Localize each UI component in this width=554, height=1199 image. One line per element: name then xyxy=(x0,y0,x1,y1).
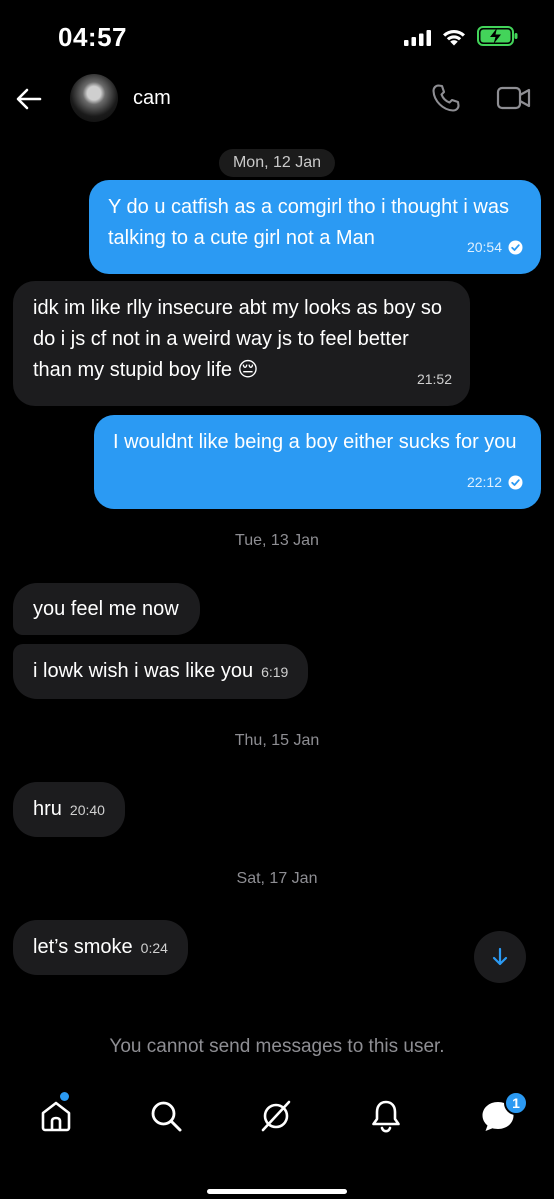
phone-call-icon[interactable] xyxy=(430,82,462,114)
message-text: let’s smoke xyxy=(33,936,133,958)
tab-notifications[interactable] xyxy=(366,1096,406,1136)
message-time: 20:54 xyxy=(466,239,502,255)
message-meta: 20:54 xyxy=(467,232,523,263)
message-text: hru xyxy=(33,798,62,820)
message-text: i lowk wish i was like you xyxy=(33,660,254,682)
incoming-message[interactable]: hru 20:40 xyxy=(13,782,125,837)
home-unread-dot xyxy=(60,1092,69,1101)
status-bar: 04:57 xyxy=(0,0,554,72)
scroll-to-bottom-button[interactable] xyxy=(474,931,526,983)
video-call-icon[interactable] xyxy=(496,84,532,112)
home-icon xyxy=(41,1101,71,1132)
back-arrow-icon[interactable] xyxy=(14,84,44,114)
tab-explore[interactable] xyxy=(256,1096,296,1136)
message-time: 20:40 xyxy=(69,802,105,818)
wifi-icon xyxy=(443,30,465,46)
outgoing-message[interactable]: Y do u catfish as a comgirl tho i though… xyxy=(89,180,541,274)
message-text: idk im like rlly insecure abt my looks a… xyxy=(33,297,443,381)
message-time: 6:19 xyxy=(261,664,289,680)
message-meta: 21:52 xyxy=(417,364,452,395)
message-time: 21:52 xyxy=(416,371,452,387)
date-separator: Mon, 12 Jan xyxy=(218,149,336,177)
date-separator: Tue, 13 Jan xyxy=(235,532,319,549)
chat-screen: 04:57 cam Mon, 12 Jan Y do u catfish as … xyxy=(0,0,554,1199)
read-check-icon xyxy=(508,475,523,490)
tab-search[interactable] xyxy=(146,1096,186,1136)
home-indicator xyxy=(207,1189,347,1194)
messages-badge: 1 xyxy=(504,1091,528,1115)
message-meta: 22:12 xyxy=(467,467,523,498)
notifications-icon xyxy=(372,1100,400,1133)
tab-bar: 1 xyxy=(0,1088,554,1148)
date-separator: Thu, 15 Jan xyxy=(234,732,320,749)
contact-name[interactable]: cam xyxy=(133,87,171,110)
battery-charging-icon xyxy=(477,26,518,46)
incoming-message[interactable]: let’s smoke 0:24 xyxy=(13,920,188,975)
cellular-signal-icon xyxy=(404,30,431,46)
read-check-icon xyxy=(508,240,523,255)
arrow-down-icon xyxy=(492,947,508,966)
status-time: 04:57 xyxy=(58,22,127,52)
outgoing-message[interactable]: I wouldnt like being a boy either sucks … xyxy=(94,415,541,509)
message-time: 0:24 xyxy=(140,940,168,956)
search-icon xyxy=(151,1101,182,1132)
message-list[interactable]: Mon, 12 Jan Y do u catfish as a comgirl … xyxy=(0,130,554,1015)
incoming-message[interactable]: you feel me now xyxy=(13,583,200,635)
message-text: you feel me now xyxy=(33,598,179,620)
incoming-message[interactable]: idk im like rlly insecure abt my looks a… xyxy=(13,281,470,406)
message-time: 22:12 xyxy=(466,474,502,490)
message-text: Y do u catfish as a comgirl tho i though… xyxy=(108,196,509,249)
explore-icon xyxy=(261,1100,291,1132)
contact-avatar[interactable] xyxy=(70,74,118,122)
incoming-message[interactable]: i lowk wish i was like you 6:19 xyxy=(13,644,309,699)
date-separator: Sat, 17 Jan xyxy=(236,870,318,887)
tab-home[interactable] xyxy=(36,1096,76,1136)
cannot-message-notice: You cannot send messages to this user. xyxy=(109,1036,445,1057)
message-text: I wouldnt like being a boy either sucks … xyxy=(113,431,517,453)
chat-header: cam xyxy=(0,72,554,128)
